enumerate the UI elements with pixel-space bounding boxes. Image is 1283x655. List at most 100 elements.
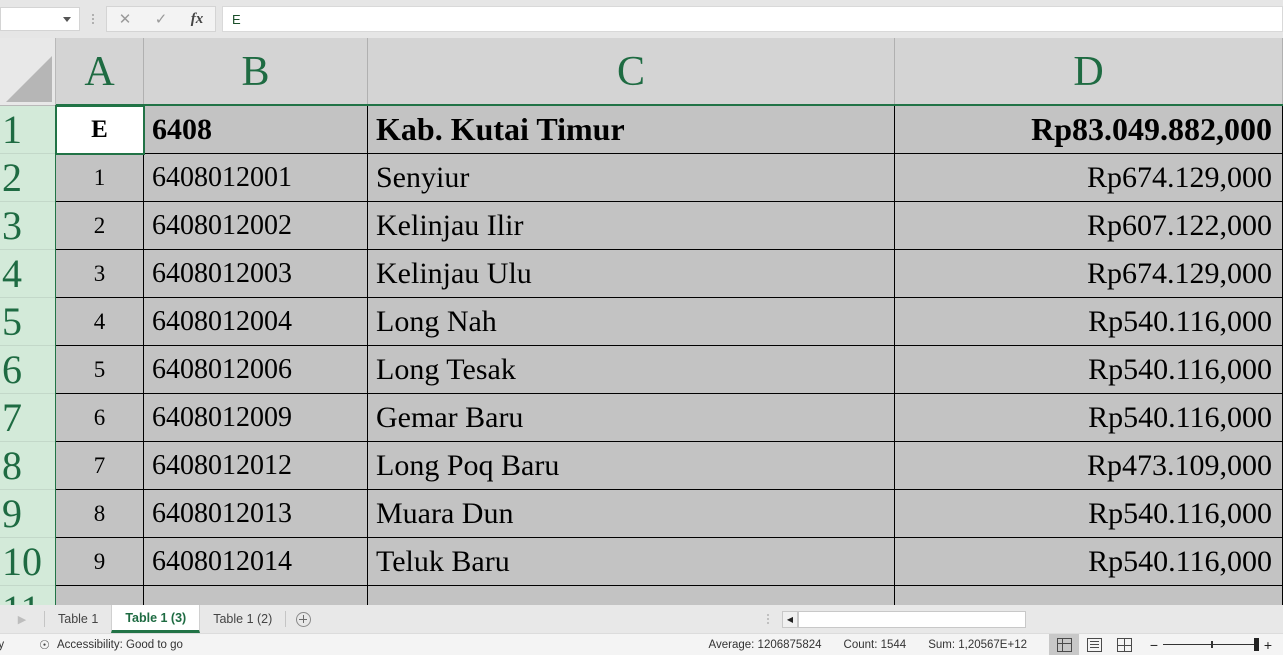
cell-B11[interactable] [144,586,368,605]
zoom-track[interactable] [1163,637,1259,651]
cell-D1[interactable]: Rp83.049.882,000 [895,106,1283,154]
select-all-corner[interactable] [0,38,56,106]
cell-A3[interactable]: 2 [56,202,144,250]
formula-bar: ✕ ✓ fx E [0,0,1283,38]
spreadsheet-grid[interactable]: ABCD 1234567891011 E6408Kab. Kutai Timur… [0,38,1283,605]
column-header-b[interactable]: B [144,38,368,106]
cell-D5[interactable]: Rp540.116,000 [895,298,1283,346]
fx-label: fx [190,10,204,27]
average-stat[interactable]: Average: 1206875824 [709,639,822,651]
cell-D11[interactable] [895,586,1283,605]
row-header-11[interactable]: 11 [0,586,56,605]
cell-A11[interactable] [56,586,144,605]
cell-A5[interactable]: 4 [56,298,144,346]
cell-B4[interactable]: 6408012003 [144,250,368,298]
cell-B1[interactable]: 6408 [144,106,368,154]
horizontal-scrollbar-area: ◀ [760,605,1283,633]
excel-window: ✕ ✓ fx E ABCD 1234567891011 E6408Kab. Ku… [0,0,1283,655]
row-header-10[interactable]: 10 [0,538,56,586]
cell-C9[interactable]: Muara Dun [368,490,895,538]
cell-A6[interactable]: 5 [56,346,144,394]
row-header-8[interactable]: 8 [0,442,56,490]
cell-A9[interactable]: 8 [56,490,144,538]
sheet-tab-2[interactable]: Table 1 (3) [111,605,201,633]
cell-B5[interactable]: 6408012004 [144,298,368,346]
sheet-tab-1[interactable]: Table 1 [45,605,111,633]
formula-bar-handle[interactable] [86,9,100,29]
cell-B6[interactable]: 6408012006 [144,346,368,394]
zoom-out-button[interactable]: − [1145,637,1163,653]
cell-C3[interactable]: Kelinjau Ilir [368,202,895,250]
check-icon[interactable]: ✓ [143,7,179,31]
cell-A8[interactable]: 7 [56,442,144,490]
cell-D3[interactable]: Rp607.122,000 [895,202,1283,250]
horizontal-scrollbar[interactable]: ◀ [782,610,1026,628]
cell-D2[interactable]: Rp674.129,000 [895,154,1283,202]
column-header-c[interactable]: C [368,38,895,106]
row-header-2[interactable]: 2 [0,154,56,202]
cell-A2[interactable]: 1 [56,154,144,202]
cell-C11[interactable] [368,586,895,605]
fx-icon[interactable]: fx [179,7,215,31]
cell-D8[interactable]: Rp473.109,000 [895,442,1283,490]
cell-B8[interactable]: 6408012012 [144,442,368,490]
sum-stat[interactable]: Sum: 1,20567E+12 [928,639,1027,651]
cell-D9[interactable]: Rp540.116,000 [895,490,1283,538]
accessibility-label: Accessibility: Good to go [57,638,183,651]
row-header-6[interactable]: 6 [0,346,56,394]
count-stat[interactable]: Count: 1544 [844,639,907,651]
close-icon[interactable]: ✕ [107,7,143,31]
cell-B3[interactable]: 6408012002 [144,202,368,250]
page-layout-icon [1086,637,1102,652]
horizontal-scrollbar-thumb[interactable] [798,611,1025,627]
cell-C1[interactable]: Kab. Kutai Timur [368,106,895,154]
name-box[interactable] [0,7,80,31]
cell-C4[interactable]: Kelinjau Ulu [368,250,895,298]
cell-B10[interactable]: 6408012014 [144,538,368,586]
normal-view-button[interactable] [1049,633,1079,655]
cell-B2[interactable]: 6408012001 [144,154,368,202]
cell-D6[interactable]: Rp540.116,000 [895,346,1283,394]
chevron-right-icon[interactable]: ▶ [0,605,44,633]
row-header-4[interactable]: 4 [0,250,56,298]
column-header-d[interactable]: D [895,38,1283,106]
cell-C8[interactable]: Long Poq Baru [368,442,895,490]
cell-D10[interactable]: Rp540.116,000 [895,538,1283,586]
cell-A7[interactable]: 6 [56,394,144,442]
row-header-1[interactable]: 1 [0,106,56,154]
ready-status: dy [0,638,5,651]
zoom-in-button[interactable]: + [1259,637,1277,653]
row-header-3[interactable]: 3 [0,202,56,250]
zoom-thumb[interactable] [1254,637,1259,651]
row-header-9[interactable]: 9 [0,490,56,538]
zoom-slider[interactable]: − + [1145,637,1277,653]
cell-C6[interactable]: Long Tesak [368,346,895,394]
row-header-5[interactable]: 5 [0,298,56,346]
tab-split-handle[interactable] [760,614,776,624]
chevron-down-icon[interactable] [63,16,71,22]
cell-B9[interactable]: 6408012013 [144,490,368,538]
cell-C5[interactable]: Long Nah [368,298,895,346]
add-sheet-button[interactable] [286,605,320,633]
page-break-icon [1116,637,1132,652]
cell-D4[interactable]: Rp674.129,000 [895,250,1283,298]
accessibility-status[interactable]: ☉ Accessibility: Good to go [38,637,183,652]
accessibility-icon: ☉ [39,637,50,652]
cell-A1[interactable]: E [56,106,144,154]
sheet-tab-3[interactable]: Table 1 (2) [200,605,285,633]
grid-icon [1056,637,1072,652]
cell-C2[interactable]: Senyiur [368,154,895,202]
cell-C7[interactable]: Gemar Baru [368,394,895,442]
cell-C10[interactable]: Teluk Baru [368,538,895,586]
cell-A10[interactable]: 9 [56,538,144,586]
cell-D7[interactable]: Rp540.116,000 [895,394,1283,442]
page-break-view-button[interactable] [1109,634,1139,655]
formula-input[interactable]: E [222,6,1283,32]
column-header-a[interactable]: A [56,38,144,106]
cell-B7[interactable]: 6408012009 [144,394,368,442]
triangle-left-icon[interactable]: ◀ [783,611,798,627]
view-mode-buttons [1049,633,1139,655]
row-header-7[interactable]: 7 [0,394,56,442]
page-layout-view-button[interactable] [1079,634,1109,655]
cell-A4[interactable]: 3 [56,250,144,298]
